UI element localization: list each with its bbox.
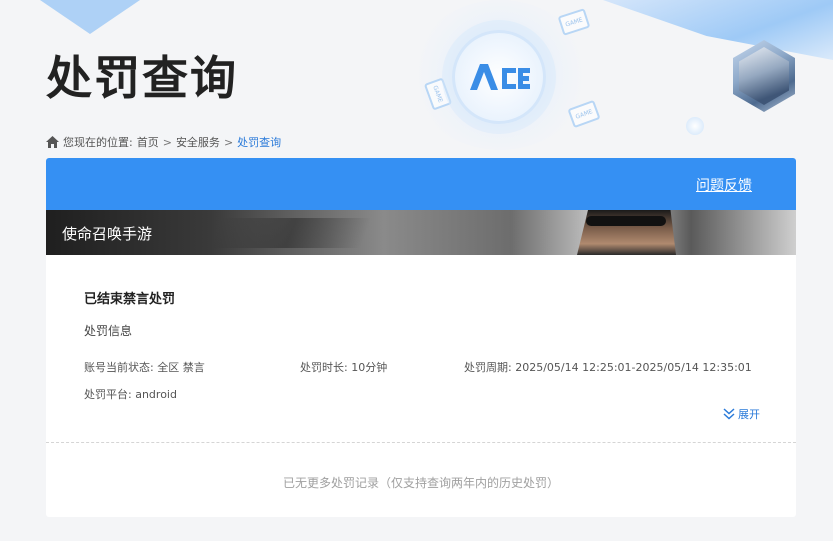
- feedback-link[interactable]: 问题反馈: [696, 175, 752, 195]
- breadcrumb-separator: >: [223, 135, 234, 149]
- breadcrumb-current[interactable]: 处罚查询: [237, 134, 281, 150]
- penalty-duration-label: 处罚时长:: [300, 361, 348, 374]
- breadcrumb: 您现在的位置: 首页 > 安全服务 > 处罚查询: [46, 134, 281, 150]
- account-status-label: 账号当前状态:: [84, 361, 154, 374]
- penalty-duration: 处罚时长: 10分钟: [300, 359, 387, 375]
- breadcrumb-home[interactable]: 首页: [137, 134, 159, 150]
- expand-button[interactable]: 展开: [723, 406, 760, 422]
- game-name: 使命召唤手游: [62, 225, 153, 243]
- breadcrumb-separator: >: [162, 135, 172, 149]
- penalty-platform-label: 处罚平台:: [84, 388, 132, 401]
- penalty-duration-value: 10分钟: [351, 361, 388, 374]
- penalty-card: 问题反馈 使命召唤手游 已结束禁言处罚 处罚信息 账号当前状态: 全区 禁言 处…: [46, 158, 796, 517]
- card-header: 问题反馈: [46, 158, 796, 210]
- game-banner: 使命召唤手游: [46, 210, 796, 255]
- breadcrumb-section[interactable]: 安全服务: [176, 134, 220, 150]
- home-icon: [46, 136, 59, 148]
- penalty-platform-value: android: [135, 388, 177, 401]
- decor-bubble: [686, 117, 704, 135]
- record-title: 已结束禁言处罚: [84, 292, 176, 307]
- breadcrumb-prefix: 您现在的位置:: [63, 136, 133, 149]
- penalty-period-value: 2025/05/14 12:25:01-2025/05/14 12:35:01: [515, 361, 752, 374]
- game-card-icon: GAME: [557, 8, 591, 36]
- banner-art-goggles: [586, 216, 666, 226]
- decor-triangle-left: [40, 0, 140, 34]
- decor-triangle-right: [603, 0, 833, 60]
- no-more-records-note: 已无更多处罚记录（仅支持查询两年内的历史处罚）: [282, 476, 559, 490]
- double-chevron-down-icon: [723, 408, 735, 420]
- penalty-record: 已结束禁言处罚 处罚信息 账号当前状态: 全区 禁言 处罚时长: 10分钟 处罚…: [46, 255, 796, 443]
- penalty-platform: 处罚平台: android: [84, 386, 177, 402]
- ace-logo-icon: [470, 64, 530, 90]
- record-section-label: 处罚信息: [84, 324, 133, 338]
- account-status: 账号当前状态: 全区 禁言: [84, 359, 205, 375]
- page-title: 处罚查询: [46, 51, 238, 105]
- penalty-period: 处罚周期: 2025/05/14 12:25:01-2025/05/14 12:…: [464, 359, 752, 375]
- penalty-period-label: 处罚周期:: [464, 361, 512, 374]
- ace-logo: [452, 30, 546, 124]
- account-status-value: 全区 禁言: [157, 361, 205, 374]
- expand-label: 展开: [738, 408, 760, 421]
- banner-art-weapon: [210, 218, 372, 248]
